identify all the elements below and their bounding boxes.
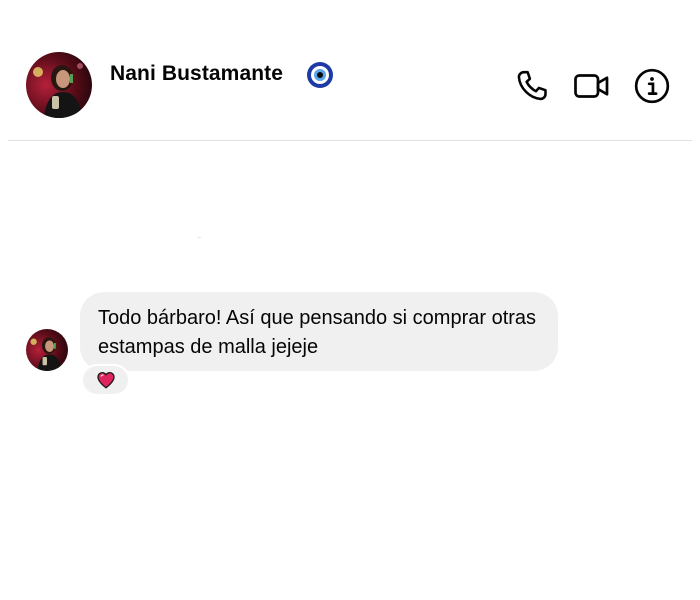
message-reaction[interactable] [83, 366, 128, 394]
chat-header: Nani Bustamante [0, 0, 700, 142]
header-divider [8, 140, 692, 141]
video-camera-icon [574, 74, 609, 98]
message-text: Todo bárbaro! Así que pensando si compra… [98, 307, 537, 358]
phone-icon [517, 70, 547, 101]
heart-icon [96, 371, 115, 389]
video-call-button[interactable] [572, 66, 612, 106]
contact-name[interactable]: Nani Bustamante [110, 62, 283, 86]
info-button[interactable] [632, 66, 672, 106]
nazar-amulet-icon [306, 61, 334, 89]
call-button[interactable] [512, 66, 552, 106]
contact-avatar[interactable] [26, 52, 92, 118]
message-bubble[interactable]: Todo bárbaro! Así que pensando si compra… [80, 292, 558, 371]
sender-avatar[interactable] [26, 329, 68, 371]
info-icon [634, 68, 670, 104]
message-area-artifact [197, 237, 201, 238]
